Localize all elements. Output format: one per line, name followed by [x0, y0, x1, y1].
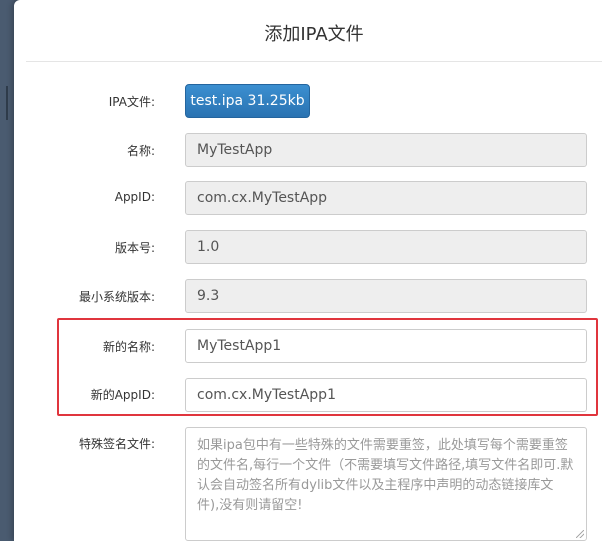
- new-app-id-label: 新的AppID:: [90, 388, 155, 402]
- app-id-label: AppID:: [114, 190, 155, 204]
- ipa-file-label: IPA文件:: [108, 95, 155, 109]
- new-name-label: 新的名称:: [102, 340, 155, 354]
- resize-grip-icon[interactable]: [576, 530, 584, 538]
- page-backdrop: [0, 0, 14, 541]
- add-ipa-dialog: 添加IPA文件 IPA文件: test.ipa 31.25kb 名称: MyTe…: [14, 0, 609, 541]
- special-files-textarea[interactable]: 如果ipa包中有一些特殊的文件需要重签，此处填写每个需要重签的文件名,每行一个文…: [185, 427, 587, 541]
- dialog-header: 添加IPA文件: [26, 0, 602, 62]
- new-name-input[interactable]: MyTestApp1: [185, 329, 587, 363]
- name-label: 名称:: [126, 144, 155, 158]
- special-files-placeholder: 如果ipa包中有一些特殊的文件需要重签，此处填写每个需要重签的文件名,每行一个文…: [197, 438, 574, 513]
- name-field: MyTestApp: [185, 133, 587, 167]
- dialog-title: 添加IPA文件: [264, 24, 364, 45]
- version-label: 版本号:: [114, 241, 155, 255]
- ipa-file-button[interactable]: test.ipa 31.25kb: [185, 84, 310, 118]
- app-id-field: com.cx.MyTestApp: [185, 181, 587, 215]
- new-app-id-input[interactable]: com.cx.MyTestApp1: [185, 378, 587, 412]
- min-os-field: 9.3: [185, 279, 587, 313]
- backdrop-divider: [6, 86, 8, 120]
- version-field: 1.0: [185, 230, 587, 264]
- min-os-label: 最小系统版本:: [78, 290, 155, 304]
- special-files-label: 特殊签名文件:: [78, 437, 155, 451]
